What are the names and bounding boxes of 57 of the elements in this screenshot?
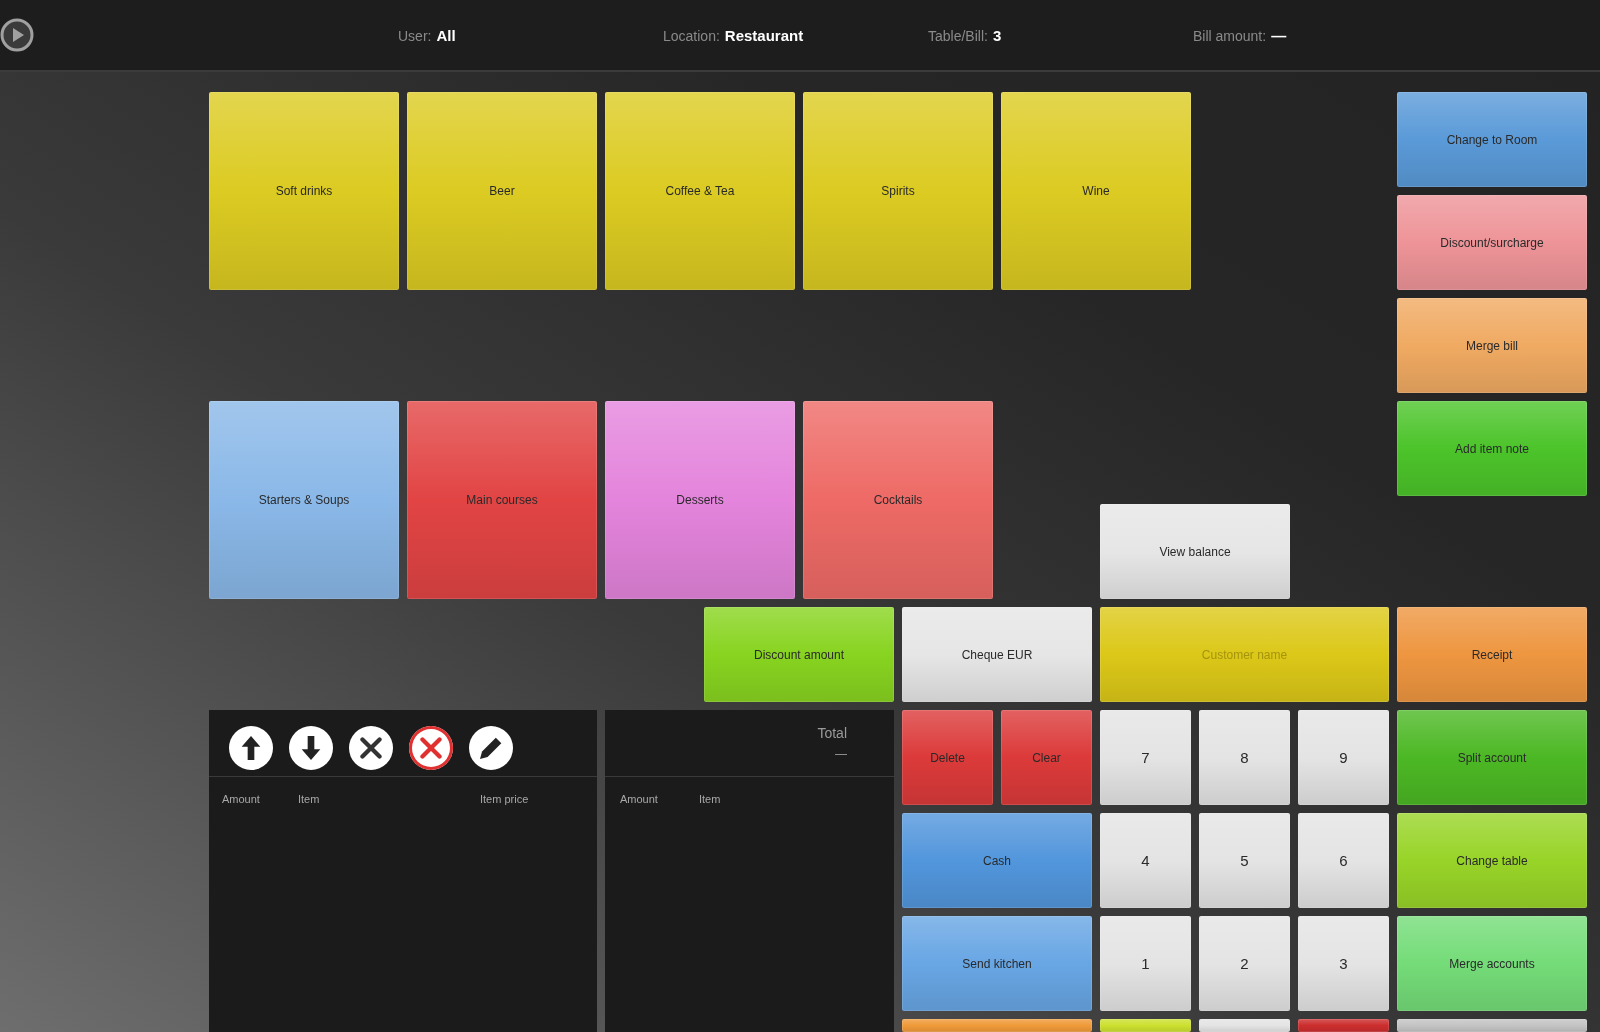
number-key[interactable]: 7 bbox=[1100, 710, 1191, 805]
category-button[interactable]: Starters & Soups bbox=[209, 401, 399, 599]
move-up-button[interactable] bbox=[229, 726, 273, 770]
number-key[interactable]: 6 bbox=[1298, 813, 1389, 908]
info-value: — bbox=[1271, 26, 1287, 44]
total-value: — bbox=[835, 747, 847, 761]
category-button[interactable]: Spirits bbox=[803, 92, 993, 290]
total-label: Total bbox=[817, 725, 847, 741]
column-header: Item price bbox=[480, 793, 529, 805]
info-label: User: bbox=[398, 27, 432, 44]
column-header: Item bbox=[298, 793, 321, 805]
info-label: Table/Bill: bbox=[928, 27, 988, 44]
action-button[interactable]: Merge bill bbox=[1397, 298, 1587, 393]
x-icon bbox=[360, 736, 382, 760]
action-button[interactable]: Discount/surcharge bbox=[1397, 195, 1587, 290]
category-button[interactable]: Soft drinks bbox=[209, 92, 399, 290]
edit-button[interactable] bbox=[469, 726, 513, 770]
action-button[interactable]: Receipt bbox=[1397, 607, 1587, 702]
pay-button[interactable]: Cash bbox=[902, 813, 1092, 908]
arrow-down-icon bbox=[300, 736, 322, 760]
category-button[interactable]: Wine bbox=[1001, 92, 1191, 290]
info-value: All bbox=[436, 26, 456, 44]
number-key[interactable]: 2 bbox=[1199, 916, 1290, 1011]
info-label: Location: bbox=[663, 27, 720, 44]
column-header: Item bbox=[699, 793, 721, 805]
pay-button[interactable]: Split account bbox=[1397, 710, 1587, 805]
pay-button[interactable]: Send kitchen bbox=[902, 916, 1092, 1011]
info-label: Bill amount: bbox=[1193, 27, 1267, 44]
pay-button[interactable]: Merge accounts bbox=[1397, 916, 1587, 1011]
number-key[interactable]: 9 bbox=[1298, 710, 1389, 805]
action-button[interactable]: Add item note bbox=[1397, 401, 1587, 496]
arrow-up-icon bbox=[240, 736, 262, 760]
info-value: Restaurant bbox=[724, 26, 804, 44]
number-key[interactable]: 3 bbox=[1298, 916, 1389, 1011]
column-header: Amount bbox=[222, 793, 261, 805]
info-value: 3 bbox=[992, 26, 1002, 44]
number-key[interactable]: 4 bbox=[1100, 813, 1191, 908]
number-key[interactable]: 8 bbox=[1199, 710, 1290, 805]
action-button[interactable]: Cheque EUR bbox=[902, 607, 1092, 702]
category-button[interactable]: Beer bbox=[407, 92, 597, 290]
remove-button[interactable] bbox=[349, 726, 393, 770]
move-down-button[interactable] bbox=[289, 726, 333, 770]
number-key[interactable]: 5 bbox=[1199, 813, 1290, 908]
action-button[interactable]: Change to Room bbox=[1397, 92, 1587, 187]
category-button[interactable]: Main courses bbox=[407, 401, 597, 599]
action-button[interactable]: View balance bbox=[1100, 504, 1290, 599]
delete-button[interactable] bbox=[409, 726, 453, 770]
category-button[interactable]: Coffee & Tea bbox=[605, 92, 795, 290]
action-button[interactable]: Discount amount bbox=[704, 607, 894, 702]
pencil-icon bbox=[480, 736, 502, 760]
category-button[interactable]: Cocktails bbox=[803, 401, 993, 599]
play-circle-icon[interactable] bbox=[0, 18, 34, 52]
x-icon bbox=[420, 736, 442, 760]
column-header: Amount bbox=[620, 793, 659, 805]
pay-button[interactable]: Change table bbox=[1397, 813, 1587, 908]
number-key[interactable]: 1 bbox=[1100, 916, 1191, 1011]
category-button[interactable]: Desserts bbox=[605, 401, 795, 599]
